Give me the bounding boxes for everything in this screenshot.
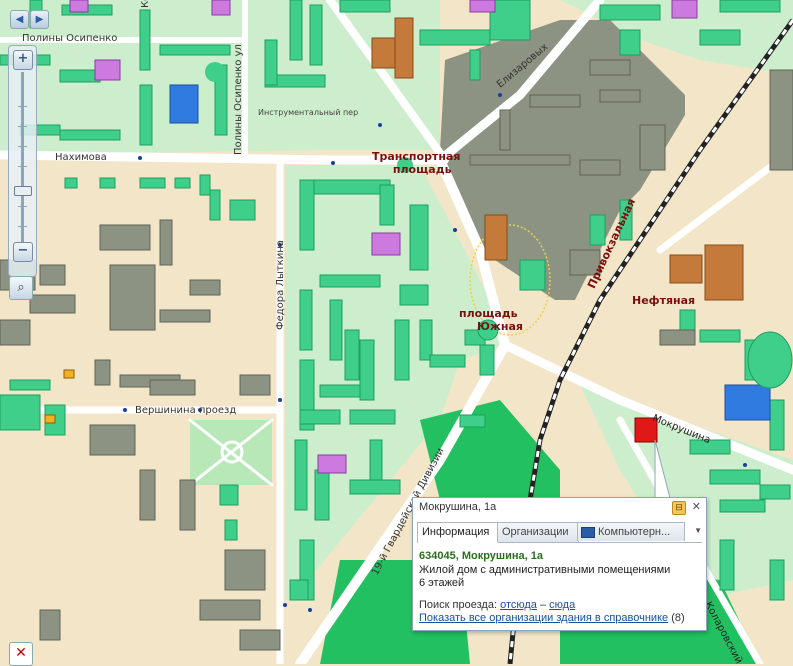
popup-tabs: Информация Организации Компьютерн... ▼ bbox=[417, 522, 702, 543]
close-icon[interactable]: ✕ bbox=[692, 500, 701, 513]
street-label-polin-osipenko: Полины Осипенко bbox=[22, 33, 118, 44]
zoom-out-button[interactable]: − bbox=[13, 242, 33, 262]
square-label-transportnaya-line2: площадь bbox=[392, 163, 452, 176]
square-label-yuzhnaya-line1: площадь bbox=[459, 307, 518, 320]
tabs-dropdown-icon[interactable]: ▼ bbox=[694, 526, 702, 535]
zoom-select-icon[interactable]: ⌕ bbox=[9, 276, 33, 300]
street-label-neftyanaya: Нефтяная bbox=[632, 294, 696, 307]
building-description: Жилой дом с административными помещениям… bbox=[419, 564, 671, 576]
zoom-in-button[interactable]: + bbox=[13, 50, 33, 70]
square-label-transportnaya: Транспортная площадь bbox=[372, 150, 460, 176]
route-from-link[interactable]: отсюда bbox=[500, 599, 537, 611]
tab-computer-label: Компьютерн... bbox=[598, 526, 671, 538]
info-popup: Мокрушина, 1а ⊟ ✕ Информация Организации… bbox=[412, 497, 707, 631]
building-floors: 6 этажей bbox=[419, 577, 465, 589]
zoom-control: + − bbox=[8, 45, 37, 277]
zoom-tick bbox=[18, 106, 27, 107]
zoom-tick bbox=[18, 166, 27, 167]
zoom-tick bbox=[18, 226, 27, 227]
tab-information[interactable]: Информация bbox=[417, 522, 499, 543]
route-dash: – bbox=[536, 599, 550, 611]
street-label-nakhimova: Нахимова bbox=[55, 152, 107, 163]
street-label-kotov: Котов bbox=[140, 0, 151, 8]
minimize-icon[interactable]: ⊟ bbox=[672, 501, 686, 515]
route-to-link[interactable]: сюда bbox=[549, 599, 575, 611]
square-label-yuzhnaya: площадь Южная bbox=[459, 307, 523, 333]
popup-title: Мокрушина, 1а bbox=[419, 501, 497, 513]
pan-left-button[interactable]: ◀ bbox=[10, 10, 29, 29]
zoom-track[interactable] bbox=[21, 72, 24, 262]
blue-building-2 bbox=[724, 384, 771, 421]
fullscreen-toggle-icon[interactable]: ✕ bbox=[9, 642, 33, 666]
street-label-vershinina: Вершинина проезд bbox=[135, 405, 237, 416]
zoom-tick bbox=[18, 126, 27, 127]
street-label-polin-osipenko-vertical: Полины Осипенко ул bbox=[233, 44, 244, 155]
popup-pointer bbox=[654, 440, 671, 499]
street-label-fedora-lytkina: Федора Лыткина bbox=[275, 240, 286, 330]
all-orgs-link[interactable]: Показать все организации здания в справо… bbox=[419, 612, 668, 624]
tab-organizations[interactable]: Организации bbox=[497, 522, 579, 542]
blue-building-1 bbox=[169, 84, 199, 124]
computer-icon bbox=[581, 527, 595, 538]
route-search: Поиск проезда: отсюда – сюда bbox=[419, 599, 575, 611]
zoom-tick bbox=[18, 206, 27, 207]
address-heading: 634045, Мокрушина, 1а bbox=[419, 550, 543, 562]
route-label: Поиск проезда: bbox=[419, 599, 497, 611]
zoom-tick bbox=[18, 146, 27, 147]
pan-right-button[interactable]: ▶ bbox=[30, 10, 49, 29]
tab-computer[interactable]: Компьютерн... bbox=[577, 522, 685, 541]
street-label-instrumentalny: Инструментальный пер bbox=[258, 108, 359, 117]
square-label-yuzhnaya-line2: Южная bbox=[477, 320, 523, 333]
all-orgs-count: (8) bbox=[671, 612, 685, 624]
zoom-slider-thumb[interactable] bbox=[14, 186, 32, 196]
square-label-transportnaya-line1: Транспортная bbox=[372, 150, 461, 163]
all-orgs-row: Показать все организации здания в справо… bbox=[419, 612, 685, 624]
